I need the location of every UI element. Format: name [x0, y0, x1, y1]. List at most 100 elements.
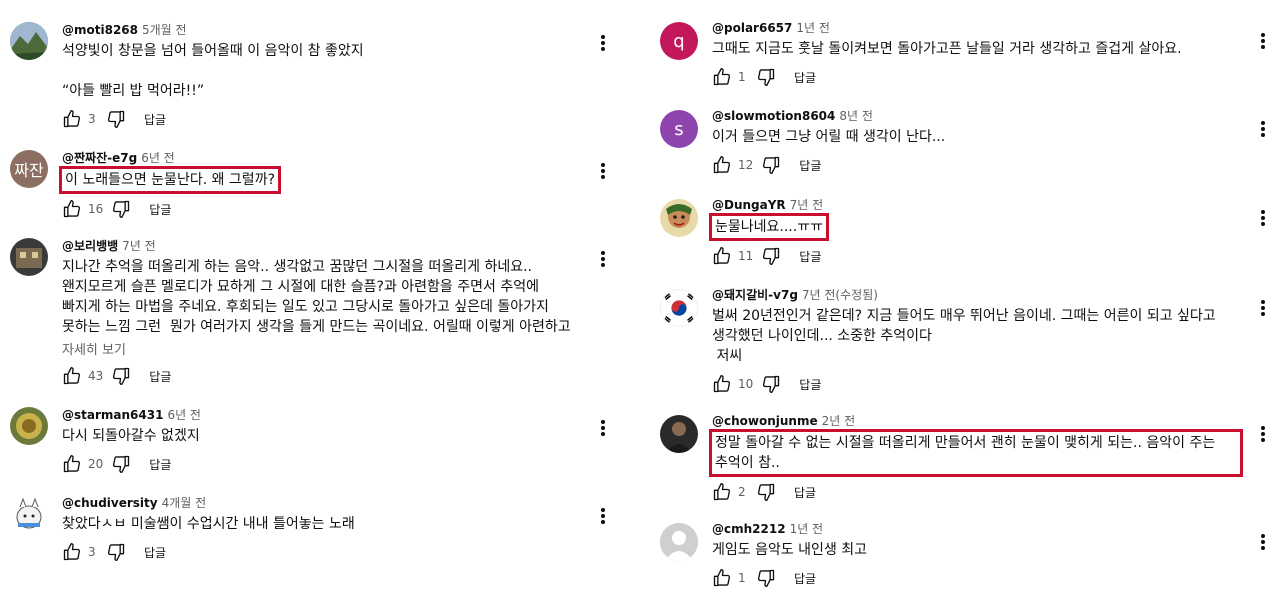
more-options-icon[interactable] [1260, 209, 1266, 229]
avatar[interactable] [10, 22, 48, 60]
comment-author[interactable]: @chudiversity [62, 496, 158, 510]
comment-author[interactable]: @slowmotion8604 [712, 109, 835, 123]
comment-time[interactable]: 7년 전 [790, 198, 824, 212]
comment-author[interactable]: @짠짜잔-e7g [62, 151, 137, 165]
more-options-icon[interactable] [1260, 425, 1266, 445]
comment-time[interactable]: 5개월 전 [142, 23, 187, 37]
dislike-icon[interactable] [106, 542, 126, 562]
like-icon[interactable] [712, 374, 732, 394]
dislike-icon[interactable] [761, 155, 781, 175]
like-icon[interactable] [712, 568, 732, 588]
reply-button[interactable]: 답글 [799, 248, 821, 265]
reply-button[interactable]: 답글 [799, 376, 821, 393]
like-count: 43 [88, 369, 104, 383]
comment-author[interactable]: @moti8268 [62, 23, 138, 37]
comment-author[interactable]: @starman6431 [62, 408, 163, 422]
dislike-icon[interactable] [111, 454, 131, 474]
comment-author[interactable]: @chowonjunme [712, 414, 818, 428]
reply-button[interactable]: 답글 [799, 157, 821, 174]
avatar[interactable] [10, 238, 48, 276]
dislike-icon[interactable] [106, 109, 126, 129]
comment-time[interactable]: 1년 전 [790, 522, 824, 536]
like-count: 2 [738, 485, 746, 499]
avatar[interactable] [10, 407, 48, 445]
reply-button[interactable]: 답글 [149, 368, 171, 385]
read-more-link[interactable]: 자세히 보기 [62, 339, 580, 358]
comment-text: 이거 들으면 그냥 어릴 때 생각이 난다... [712, 129, 946, 145]
avatar-text: 짜잔 [14, 161, 44, 180]
comment-time[interactable]: 6년 전 [167, 408, 201, 422]
comment-item: @chudiversity 4개월 전 찾았다ㅅㅂ 미술쌤이 수업시간 내내 틀어… [0, 495, 620, 565]
avatar[interactable] [660, 415, 698, 453]
avatar-text: s [674, 118, 684, 140]
dislike-icon[interactable] [761, 246, 781, 266]
comment-text: 눈물나네요....ㅠㅠ [709, 213, 829, 241]
like-count: 1 [738, 571, 746, 585]
like-icon[interactable] [712, 155, 732, 175]
more-options-icon[interactable] [600, 507, 606, 527]
comment-text: 정말 돌아갈 수 없는 시절을 떠올리게 만들어서 괜히 눈물이 맺히게 되는.… [709, 429, 1243, 477]
comment-text: 지나간 추억을 떠올리게 하는 음악.. 생각없고 꿈많던 그시절을 떠올리게 … [62, 259, 571, 335]
reply-button[interactable]: 답글 [149, 456, 171, 473]
korean-flag-icon [661, 290, 697, 326]
like-icon[interactable] [712, 67, 732, 87]
avatar[interactable] [660, 199, 698, 237]
like-icon[interactable] [62, 542, 82, 562]
avatar[interactable] [10, 495, 48, 533]
avatar[interactable]: q [660, 22, 698, 60]
comment-text: 벌써 20년전인거 같은데? 지금 들어도 매우 뛰어난 음이네. 그때는 어른… [712, 308, 1216, 364]
dislike-icon[interactable] [111, 366, 131, 386]
like-icon[interactable] [62, 199, 82, 219]
more-options-icon[interactable] [1260, 120, 1266, 140]
comment-time[interactable]: 7년 전 [122, 239, 156, 253]
more-options-icon[interactable] [600, 34, 606, 54]
avatar[interactable] [660, 523, 698, 561]
comment-time[interactable]: 8년 전 [839, 109, 873, 123]
comment-item: 짜잔 @짠짜잔-e7g 6년 전 이 노래들으면 눈물난다. 왜 그럴까? 16 … [0, 150, 620, 220]
comment-author[interactable]: @DungaYR [712, 198, 786, 212]
like-count: 11 [738, 249, 754, 263]
comment-author[interactable]: @돼지갈비-v7g [712, 288, 798, 302]
like-icon[interactable] [712, 246, 732, 266]
comment-time[interactable]: 6년 전 [141, 151, 175, 165]
reply-button[interactable]: 답글 [144, 544, 166, 561]
reply-button[interactable]: 답글 [144, 111, 166, 128]
more-options-icon[interactable] [600, 162, 606, 182]
reply-button[interactable]: 답글 [149, 201, 171, 218]
reply-button[interactable]: 답글 [794, 484, 816, 501]
avatar[interactable] [660, 289, 698, 327]
comment-item: @starman6431 6년 전 다시 되돌아갈수 없겠지 20 답글 [0, 407, 620, 477]
more-options-icon[interactable] [1260, 32, 1266, 52]
like-icon[interactable] [62, 366, 82, 386]
reply-button[interactable]: 답글 [794, 570, 816, 587]
more-options-icon[interactable] [600, 419, 606, 439]
like-count: 3 [88, 112, 96, 126]
comment-author[interactable]: @cmh2212 [712, 522, 786, 536]
comment-text: 찾았다ㅅㅂ 미술쌤이 수업시간 내내 틀어놓는 노래 [62, 516, 355, 532]
dislike-icon[interactable] [756, 482, 776, 502]
comment-author[interactable]: @보리뱅뱅 [62, 239, 118, 253]
dislike-icon[interactable] [761, 374, 781, 394]
dislike-icon[interactable] [756, 568, 776, 588]
comment-text: 다시 되돌아갈수 없겠지 [62, 428, 200, 444]
comment-time[interactable]: 2년 전 [822, 414, 856, 428]
comment-time[interactable]: 4개월 전 [162, 496, 207, 510]
comment-item: s @slowmotion8604 8년 전 이거 들으면 그냥 어릴 때 생각이… [650, 108, 1280, 180]
dislike-icon[interactable] [111, 199, 131, 219]
dislike-icon[interactable] [756, 67, 776, 87]
comment-time[interactable]: 7년 전(수정됨) [802, 288, 878, 302]
like-count: 12 [738, 158, 754, 172]
comment-time[interactable]: 1년 전 [796, 21, 830, 35]
avatar[interactable]: s [660, 110, 698, 148]
comment-item: @보리뱅뱅 7년 전 지나간 추억을 떠올리게 하는 음악.. 생각없고 꿈많던 … [0, 238, 620, 388]
like-icon[interactable] [712, 482, 732, 502]
more-options-icon[interactable] [1260, 533, 1266, 553]
comment-author[interactable]: @polar6657 [712, 21, 792, 35]
more-options-icon[interactable] [1260, 299, 1266, 319]
more-options-icon[interactable] [600, 250, 606, 270]
like-count: 16 [88, 202, 104, 216]
like-icon[interactable] [62, 109, 82, 129]
avatar[interactable]: 짜잔 [10, 150, 48, 188]
reply-button[interactable]: 답글 [794, 69, 816, 86]
like-icon[interactable] [62, 454, 82, 474]
